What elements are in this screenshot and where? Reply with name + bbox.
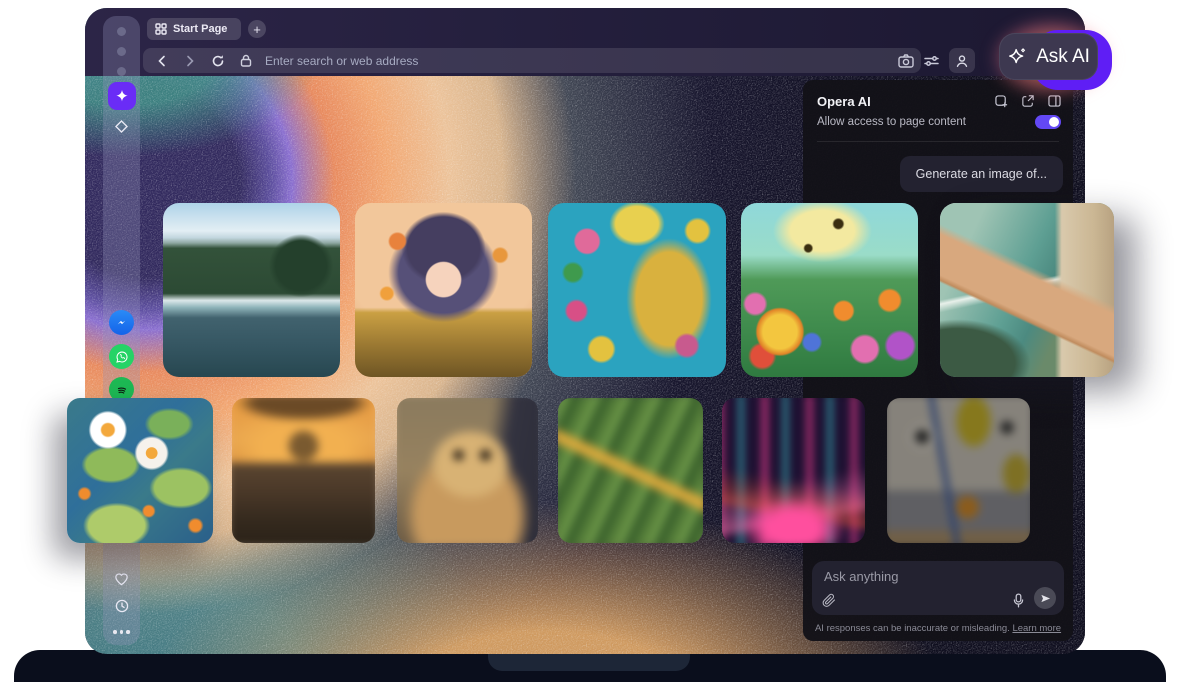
ask-ai-label: Ask AI — [1036, 46, 1090, 68]
workspace-dot[interactable] — [103, 67, 140, 76]
ai-prompt-box[interactable] — [812, 561, 1064, 615]
easy-setup-tune-icon[interactable] — [924, 55, 939, 67]
ask-ai-sparkle-icon — [1007, 46, 1029, 68]
allow-access-label: Allow access to page content — [817, 116, 966, 128]
generated-image-coastline-hand[interactable] — [940, 203, 1114, 377]
sidebar-item-whatsapp[interactable] — [103, 344, 140, 369]
workspace-dot[interactable] — [103, 27, 140, 36]
browser-chrome: Start Page + — [85, 8, 1085, 76]
messenger-icon — [109, 310, 134, 335]
ask-ai-button[interactable]: Ask AI — [999, 33, 1098, 80]
sidebar-item-aria[interactable] — [103, 82, 140, 110]
url-input[interactable] — [265, 54, 825, 68]
browser-sidebar — [103, 16, 140, 645]
tab-start-page[interactable]: Start Page — [147, 18, 241, 40]
workspace-dot[interactable] — [103, 47, 140, 56]
heart-icon — [114, 572, 129, 586]
panel-title: Opera AI — [817, 94, 871, 109]
snapshot-camera-icon[interactable] — [898, 54, 914, 68]
generated-image-water-lilies[interactable] — [67, 398, 213, 543]
generated-image-city-sunset[interactable] — [232, 398, 375, 543]
send-button[interactable] — [1034, 587, 1056, 609]
generated-image-anime-girl[interactable] — [355, 203, 532, 377]
address-bar[interactable] — [143, 48, 921, 73]
generated-image-neon-city[interactable] — [722, 398, 865, 543]
speed-dial-grid-icon — [155, 23, 167, 35]
generated-image-flower-field[interactable] — [741, 203, 918, 377]
sidebar-item-ai-sparkle[interactable] — [103, 120, 140, 133]
clock-icon — [115, 599, 129, 613]
generated-image-mountain-lake[interactable] — [163, 203, 340, 377]
new-tab-button[interactable]: + — [248, 20, 266, 38]
sidebar-item-messenger[interactable] — [103, 310, 140, 335]
reload-button[interactable] — [209, 52, 227, 70]
opera-ask-ai-promo: Start Page + — [0, 0, 1180, 682]
diamond-sparkle-icon — [115, 120, 128, 133]
sidebar-item-history[interactable] — [103, 599, 140, 613]
lock-icon — [237, 52, 255, 70]
ai-prompt-input[interactable] — [824, 569, 1004, 584]
aria-sparkle-icon — [108, 82, 136, 110]
ai-disclaimer: AI responses can be inaccurate or mislea… — [803, 623, 1073, 634]
generated-image-fluffy-cat[interactable] — [397, 398, 538, 543]
attachment-paperclip-icon[interactable] — [822, 593, 836, 608]
divider — [817, 141, 1059, 142]
sidebar-more-button[interactable] — [103, 630, 140, 634]
generated-image-giraffe-street-art[interactable] — [548, 203, 726, 377]
whatsapp-icon — [109, 344, 134, 369]
forward-button[interactable] — [181, 52, 199, 70]
sidebar-item-favorites[interactable] — [103, 572, 140, 586]
tab-label: Start Page — [173, 23, 227, 35]
suggestion-chip[interactable]: Generate an image of... — [900, 156, 1063, 192]
learn-more-link[interactable]: Learn more — [1012, 623, 1061, 634]
generated-image-palm-leaf[interactable] — [558, 398, 703, 543]
back-button[interactable] — [153, 52, 171, 70]
generated-image-cubist-mural-room[interactable] — [887, 398, 1030, 543]
more-icon — [113, 630, 130, 634]
microphone-icon[interactable] — [1013, 593, 1024, 608]
page-content-toggle[interactable] — [1035, 115, 1061, 129]
